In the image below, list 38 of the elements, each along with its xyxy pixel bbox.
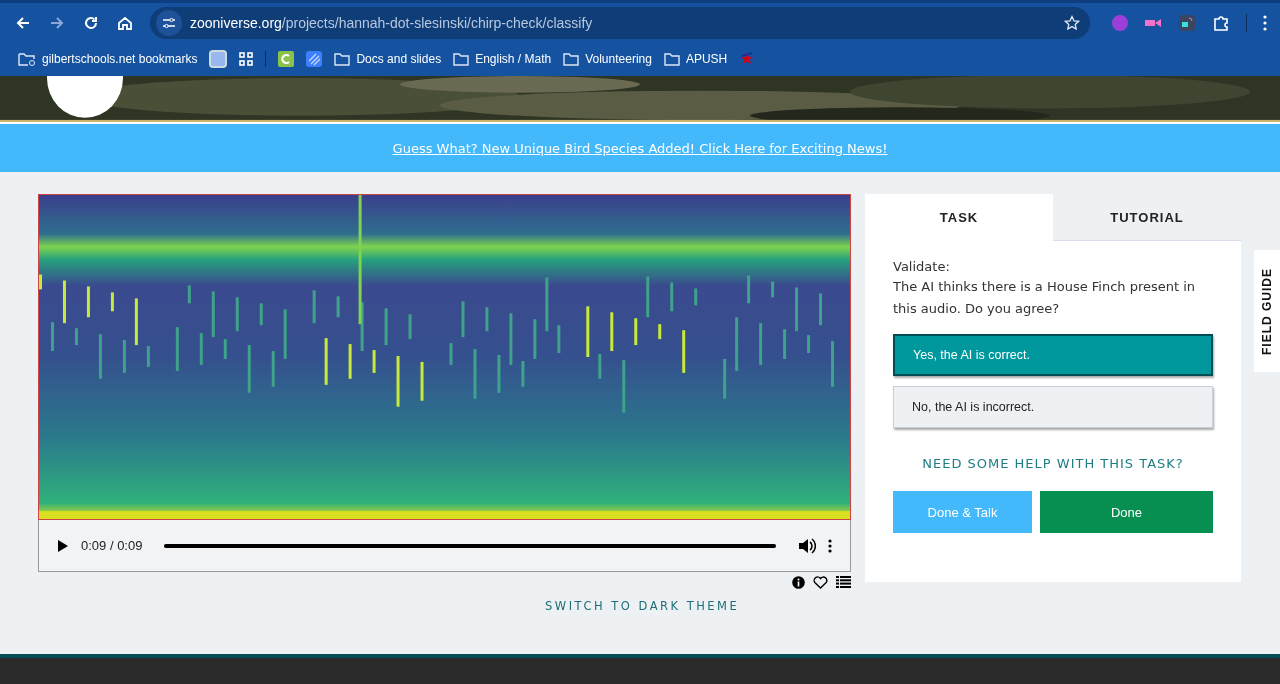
bookmark-folder[interactable]: Docs and slides (334, 52, 442, 66)
play-icon[interactable] (57, 538, 69, 553)
bookmark-icon[interactable] (306, 51, 323, 67)
done-button[interactable]: Done (1040, 491, 1213, 533)
tab[interactable]: TUTORIAL (1053, 194, 1241, 241)
folder-icon (563, 52, 580, 66)
time-display: 0:09 / 0:09 (81, 538, 143, 553)
list-icon[interactable] (836, 576, 851, 588)
bookmark-folder[interactable]: APUSH (663, 52, 728, 66)
bookmark-star-icon[interactable] (1064, 14, 1080, 31)
info-icon[interactable] (792, 576, 805, 589)
answer-option[interactable]: No, the AI is incorrect. (893, 386, 1213, 428)
menu-icon[interactable] (1263, 14, 1267, 31)
help-link[interactable]: NEED SOME HELP WITH THIS TASK? (893, 456, 1213, 471)
more-options-icon[interactable] (828, 538, 832, 553)
answer-option[interactable]: Yes, the AI is correct. (893, 334, 1213, 376)
puzzle-icon[interactable] (1212, 13, 1230, 32)
address-bar[interactable]: zooniverse.org/projects/hannah-dot-slesinski/chirp-check/classify (150, 6, 1090, 39)
managed-folder-icon (18, 52, 36, 66)
bookmark-folder[interactable]: Volunteering (563, 52, 652, 66)
cast-icon[interactable] (1178, 13, 1196, 32)
bookmark-folder[interactable]: gilbertschools.net bookmarks (18, 52, 198, 66)
bookmark-icon[interactable] (209, 50, 228, 68)
task-title: Validate: (893, 259, 951, 274)
folder-icon (663, 52, 680, 66)
site-settings-icon[interactable] (156, 9, 182, 36)
folder-icon (334, 52, 351, 66)
apps-icon[interactable] (239, 52, 254, 66)
heart-icon[interactable] (813, 576, 828, 589)
volume-icon[interactable] (798, 537, 816, 554)
task-question: The AI thinks there is a House Finch present in this audio. Do you agree? (893, 278, 1197, 318)
bookmark-folder[interactable]: English / Math (453, 52, 552, 66)
url-text: zooniverse.org/projects/hannah-dot-slesinski/chirp-check/classify (190, 14, 594, 31)
dark-theme-link[interactable]: SWITCH TO DARK THEME (545, 599, 740, 615)
bookmark-icon[interactable] (278, 51, 295, 67)
folder-icon (453, 52, 470, 66)
field-guide-tab[interactable]: FIELD GUIDE (1254, 250, 1280, 372)
seek-bar[interactable] (164, 543, 776, 548)
